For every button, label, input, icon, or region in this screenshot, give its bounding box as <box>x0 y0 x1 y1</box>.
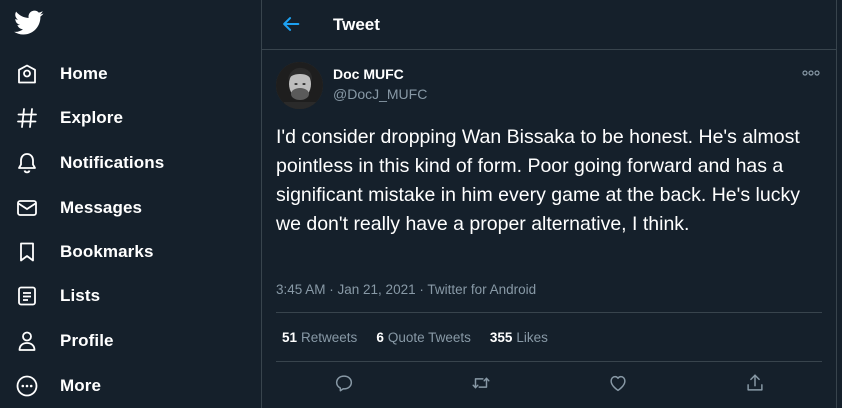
retweet-icon[interactable] <box>470 372 494 396</box>
back-arrow-icon[interactable] <box>280 13 302 35</box>
envelope-icon <box>14 195 40 221</box>
sidebar-item-explore[interactable]: Explore <box>14 98 244 138</box>
sidebar-item-notifications[interactable]: Notifications <box>14 143 244 183</box>
sidebar-item-label: Lists <box>60 286 101 305</box>
author-handle[interactable]: @DocJ_MUFC <box>333 86 427 102</box>
share-icon[interactable] <box>744 372 768 396</box>
sidebar-item-label: Home <box>60 64 108 83</box>
page-header: Tweet <box>262 0 836 50</box>
quote-tweets-stat[interactable]: 6 Quote Tweets <box>376 330 471 345</box>
home-icon <box>14 61 40 87</box>
sidebar-item-more[interactable]: More <box>14 366 244 406</box>
divider <box>276 312 822 313</box>
sidebar-item-label: Messages <box>60 198 143 217</box>
sidebar-item-profile[interactable]: Profile <box>14 321 244 361</box>
retweets-stat[interactable]: 51 Retweets <box>282 330 357 345</box>
like-icon[interactable] <box>607 372 631 396</box>
person-icon <box>14 328 40 354</box>
bell-icon <box>14 150 40 176</box>
quote-tweets-count: 6 <box>376 330 384 345</box>
sidebar-item-label: Profile <box>60 331 114 350</box>
quote-tweets-label: Quote Tweets <box>387 330 471 345</box>
sidebar: Home Explore Notifications Messages Book <box>0 0 262 408</box>
app-window: Home Explore Notifications Messages Book <box>0 0 842 408</box>
sidebar-item-label: Explore <box>60 108 124 127</box>
more-options-icon[interactable] <box>802 68 820 78</box>
sidebar-item-label: More <box>60 376 102 395</box>
sidebar-item-label: Notifications <box>60 153 165 172</box>
likes-stat[interactable]: 355 Likes <box>490 330 548 345</box>
list-icon <box>14 283 40 309</box>
likes-count: 355 <box>489 330 513 345</box>
retweets-count: 51 <box>282 330 298 345</box>
sidebar-item-messages[interactable]: Messages <box>14 188 244 228</box>
page-title: Tweet <box>333 15 380 34</box>
author-name[interactable]: Doc MUFC <box>333 66 404 82</box>
retweets-label: Retweets <box>301 330 358 345</box>
avatar[interactable] <box>276 62 323 109</box>
bookmark-icon <box>14 239 40 265</box>
tweet-timestamp[interactable]: 3:45 AM · Jan 21, 2021 · Twitter for And… <box>276 282 536 297</box>
reply-icon[interactable] <box>333 372 357 396</box>
tweet-actions <box>262 372 836 398</box>
divider <box>276 361 822 362</box>
more-circle-icon <box>14 373 40 399</box>
sidebar-item-bookmarks[interactable]: Bookmarks <box>14 232 244 272</box>
hashtag-icon <box>14 105 40 131</box>
likes-label: Likes <box>516 330 548 345</box>
sidebar-item-label: Bookmarks <box>60 242 154 261</box>
twitter-bird-icon[interactable] <box>14 10 44 36</box>
tweet-stats: 51 Retweets 6 Quote Tweets 355 Likes <box>282 330 567 345</box>
sidebar-item-lists[interactable]: Lists <box>14 276 244 316</box>
tweet-detail-panel: Tweet Doc MUFC @DocJ_MUFC I'd consider d… <box>261 0 837 408</box>
tweet-text: I'd consider dropping Wan Bissaka to be … <box>276 126 800 235</box>
sidebar-item-home[interactable]: Home <box>14 54 244 94</box>
